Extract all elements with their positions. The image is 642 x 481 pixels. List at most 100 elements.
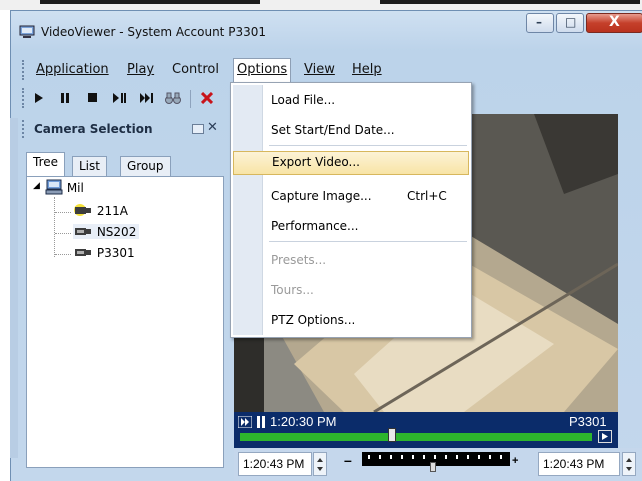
camera-selection-header: Camera Selection ✕: [22, 118, 230, 142]
pause-icon[interactable]: [56, 90, 74, 106]
step-play-icon[interactable]: [111, 90, 129, 106]
menu-item-label: Set Start/End Date...: [271, 123, 395, 137]
end-time-field[interactable]: 1:20:43 PM: [538, 452, 620, 476]
tree-item-ns202[interactable]: NS202: [73, 224, 140, 239]
playback-thumb[interactable]: [388, 428, 396, 442]
video-timestamp: 1:20:30 PM: [270, 414, 337, 429]
tree-root[interactable]: Mil: [45, 179, 84, 195]
menu-control[interactable]: Control: [172, 62, 219, 77]
binoculars-icon[interactable]: [164, 90, 182, 106]
panel-close-icon[interactable]: ✕: [207, 120, 218, 135]
menu-control-label: Control: [172, 62, 219, 77]
computer-icon: [45, 179, 63, 195]
menu-application[interactable]: Application: [36, 62, 109, 77]
camera-icon: [75, 249, 91, 256]
playback-progress[interactable]: [240, 433, 592, 441]
menu-item-label: Export Video...: [272, 155, 360, 169]
toolbar-separator: [190, 90, 191, 108]
tree-item-label: 211A: [96, 204, 128, 218]
close-icon: X: [609, 14, 620, 30]
menu-item-label: Tours...: [271, 283, 314, 297]
menu-set-start-end-date[interactable]: Set Start/End Date...: [231, 119, 471, 143]
start-time-field[interactable]: 1:20:43 PM: [238, 452, 312, 476]
menu-item-label: Presets...: [271, 253, 327, 267]
tree-connector: [55, 212, 71, 213]
dock-edge: [10, 118, 18, 458]
menu-item-label: Capture Image...: [271, 189, 372, 203]
desktop-strip: [0, 0, 642, 10]
camera-tree: ◢ Mil 211A NS202 P3301: [26, 176, 224, 468]
title-bar[interactable]: VideoViewer - System Account P3301 – □ X: [11, 11, 642, 51]
tab-tree[interactable]: Tree: [26, 152, 66, 177]
tree-item-label: P3301: [96, 246, 135, 260]
tree-root-label: Mil: [66, 181, 84, 195]
camera-alert-icon: [74, 204, 91, 216]
menubar-grip-icon: [22, 60, 27, 80]
menu-help-label: Help: [352, 62, 382, 77]
pin-icon[interactable]: [192, 124, 204, 134]
menu-bar: Application Play Control Options View He…: [10, 56, 642, 84]
menu-tours: Tours...: [231, 279, 471, 303]
panel-grip-icon: [22, 120, 27, 138]
tree-item-211a[interactable]: 211A: [73, 203, 128, 218]
start-time-spinner[interactable]: [313, 452, 327, 476]
menu-view[interactable]: View: [304, 62, 335, 77]
menu-help[interactable]: Help: [352, 62, 382, 77]
skip-forward-icon[interactable]: [138, 90, 156, 106]
camera-icon: [75, 228, 91, 235]
tree-connector: [55, 254, 71, 255]
minimize-icon: –: [536, 15, 542, 29]
window-title: VideoViewer - System Account P3301: [41, 25, 266, 39]
minimize-button[interactable]: –: [526, 13, 554, 33]
maximize-button[interactable]: □: [556, 13, 584, 33]
video-camera-label: P3301: [569, 414, 607, 429]
menu-item-label: PTZ Options...: [271, 313, 356, 327]
app-icon: [19, 25, 35, 39]
menu-view-label: View: [304, 62, 335, 77]
menu-presets: Presets...: [231, 249, 471, 273]
menu-item-label: Load File...: [271, 93, 336, 107]
play-icon[interactable]: [30, 90, 48, 106]
zoom-out-button[interactable]: –: [344, 452, 352, 468]
menu-capture-image[interactable]: Capture Image... Ctrl+C: [231, 185, 471, 209]
menu-play[interactable]: Play: [127, 62, 154, 77]
menu-export-video[interactable]: Export Video...: [233, 151, 469, 175]
tab-group[interactable]: Group: [120, 156, 171, 176]
zoom-in-button[interactable]: +: [512, 455, 518, 467]
menu-application-label: Application: [36, 62, 109, 77]
camera-selection-title: Camera Selection: [34, 122, 153, 136]
menu-performance[interactable]: Performance...: [231, 215, 471, 239]
menu-separator: [269, 241, 467, 242]
menu-ptz-options[interactable]: PTZ Options...: [231, 309, 471, 333]
menu-item-label: Performance...: [271, 219, 359, 233]
toolbar-grip-icon: [22, 88, 27, 108]
time-range-handle[interactable]: [430, 462, 436, 472]
stop-icon[interactable]: [84, 90, 102, 106]
camera-tabs: Tree List Group: [26, 152, 226, 177]
options-menu: Load File... Set Start/End Date... Expor…: [230, 82, 472, 338]
menu-load-file[interactable]: Load File...: [231, 89, 471, 113]
fast-forward-icon[interactable]: [238, 416, 252, 428]
tree-item-label: NS202: [96, 225, 137, 239]
delete-icon[interactable]: [198, 90, 216, 106]
menu-options-label: Options: [237, 62, 288, 77]
slider-ticks: [368, 455, 504, 459]
tree-item-p3301[interactable]: P3301: [73, 245, 135, 260]
close-button[interactable]: X: [586, 13, 642, 33]
menu-separator: [269, 145, 467, 146]
tab-list[interactable]: List: [72, 156, 107, 176]
time-range-slider[interactable]: [362, 452, 510, 466]
video-status-bar: 1:20:30 PM P3301: [234, 412, 618, 448]
end-time-spinner[interactable]: [622, 452, 636, 476]
maximize-icon: □: [565, 15, 577, 29]
pause-status-icon[interactable]: [256, 416, 266, 428]
menu-item-shortcut: Ctrl+C: [407, 189, 447, 203]
menu-play-label: Play: [127, 62, 155, 77]
desktop-edge: [40, 0, 260, 4]
tree-connector: [54, 197, 55, 257]
playback-end-button[interactable]: [598, 430, 612, 443]
tree-collapse-icon[interactable]: ◢: [33, 181, 40, 191]
desktop-edge: [380, 0, 640, 4]
tree-connector: [55, 233, 71, 234]
menu-options[interactable]: Options: [233, 58, 292, 83]
